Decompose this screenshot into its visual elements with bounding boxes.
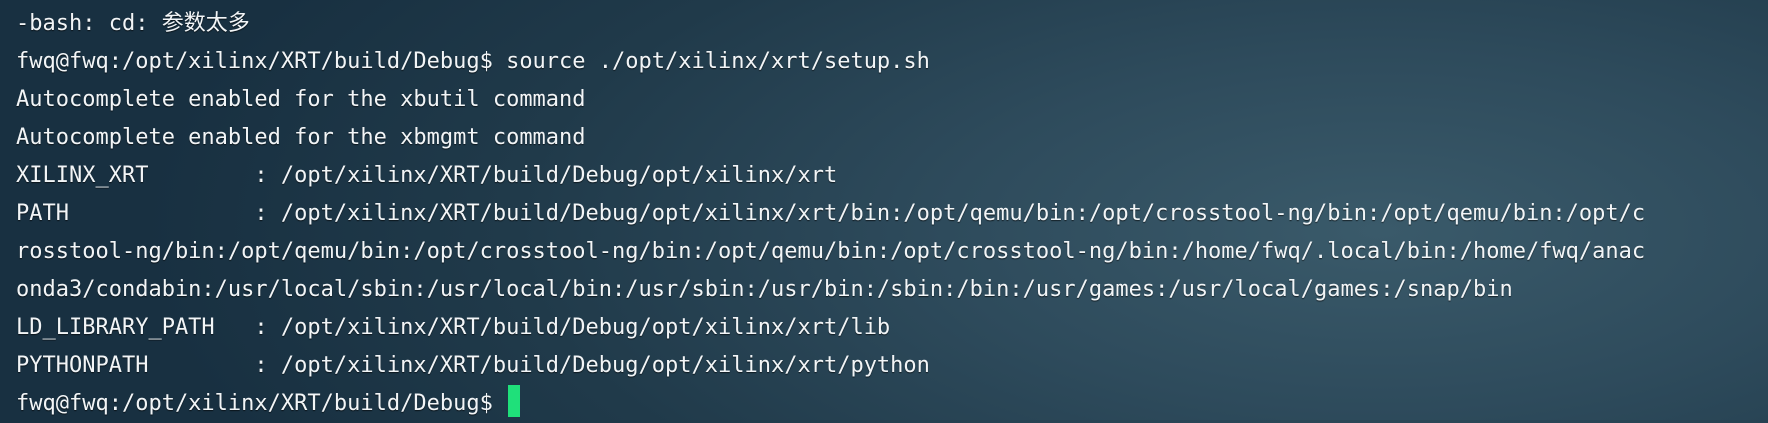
terminal-output[interactable]: -bash: cd: 参数太多 fwq@fwq:/opt/xilinx/XRT/… [16,5,1756,417]
terminal-line: fwq@fwq:/opt/xilinx/XRT/build/Debug$ sou… [16,49,930,74]
terminal-line: Autocomplete enabled for the xbmgmt comm… [16,125,586,150]
terminal-line: LD_LIBRARY_PATH : /opt/xilinx/XRT/build/… [16,315,891,340]
terminal-line: Autocomplete enabled for the xbutil comm… [16,87,586,112]
terminal-line: rosstool-ng/bin:/opt/qemu/bin:/opt/cross… [16,239,1646,264]
terminal-line: XILINX_XRT : /opt/xilinx/XRT/build/Debug… [16,163,838,188]
terminal-line: onda3/condabin:/usr/local/sbin:/usr/loca… [16,277,1513,302]
terminal-prompt: fwq@fwq:/opt/xilinx/XRT/build/Debug$ [16,391,507,416]
terminal-line: -bash: cd: 参数太多 [16,11,250,36]
terminal-line: PYTHONPATH : /opt/xilinx/XRT/build/Debug… [16,353,930,378]
terminal-prompt-line[interactable]: fwq@fwq:/opt/xilinx/XRT/build/Debug$ [16,385,1756,423]
terminal-cursor [508,385,521,417]
terminal-line: PATH : /opt/xilinx/XRT/build/Debug/opt/x… [16,201,1646,226]
